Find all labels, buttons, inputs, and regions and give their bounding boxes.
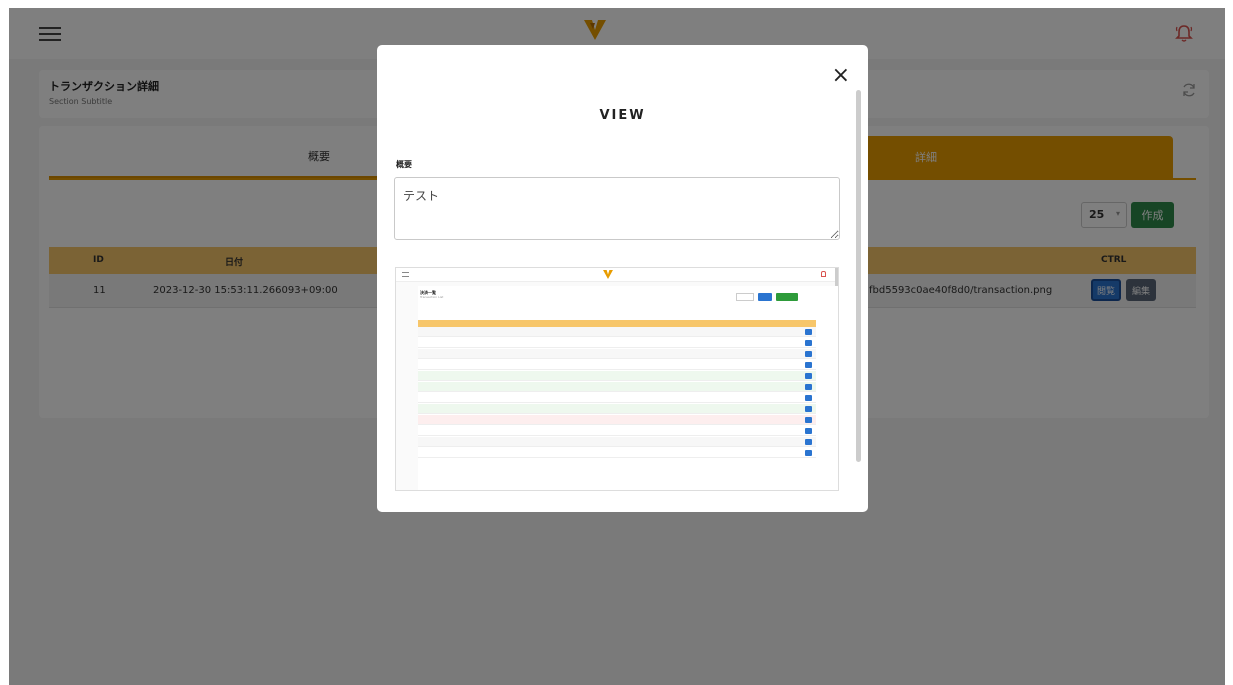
summary-textarea[interactable]: テスト: [394, 177, 840, 240]
modal-scrollbar[interactable]: [856, 90, 861, 462]
close-icon[interactable]: ×: [832, 65, 850, 87]
summary-label: 概要: [396, 160, 412, 169]
transaction-image-preview: 決済一覧 Transaction List: [395, 267, 839, 491]
preview-topbar: [396, 268, 838, 282]
preview-subtitle: Transaction List: [420, 295, 444, 299]
preview-table-header: [418, 320, 816, 327]
modal-title: VIEW: [599, 108, 646, 123]
preview-card: 決済一覧 Transaction List: [418, 286, 838, 490]
view-modal: × VIEW 概要 テスト 決済一覧 Transaction List: [377, 45, 868, 512]
